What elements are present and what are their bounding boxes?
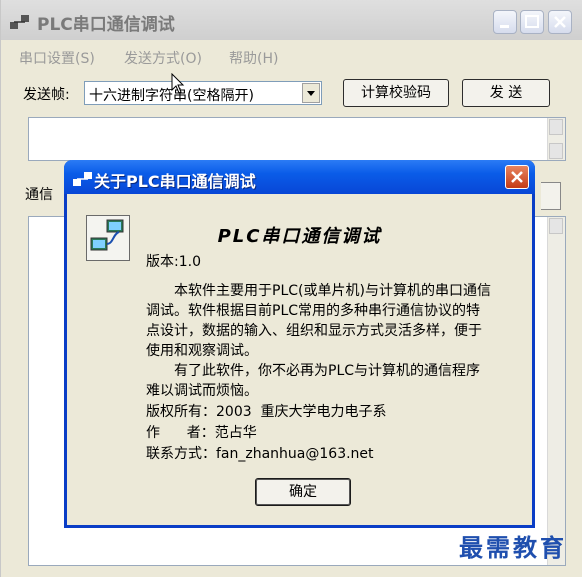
send-mode-select[interactable]: 十六进制字符串(空格隔开) — [84, 81, 322, 105]
version-text: 版本:1.0 — [146, 254, 201, 270]
contact-row: 联系方式：fan_zhanhua@163.net — [146, 444, 387, 465]
maximize-button[interactable] — [520, 10, 544, 34]
send-frame-label: 发送帧: — [23, 87, 70, 103]
author-label: 作 者： — [146, 425, 215, 441]
description-paragraph-1: 本软件主要用于PLC(或单片机)与计算机的串口通信调试。软件根据目前PLC常用的… — [146, 283, 491, 359]
description-paragraph-2: 有了此软件，你不必再为PLC与计算机的通信程序难以调试而烦恼。 — [146, 363, 481, 399]
dialog-close-button[interactable] — [505, 165, 529, 189]
maximize-icon — [525, 15, 539, 28]
about-heading: PLC串口通信调试 — [217, 226, 382, 247]
receive-scrollbar[interactable] — [547, 217, 565, 565]
close-button[interactable] — [548, 10, 572, 34]
close-icon — [554, 16, 566, 28]
comm-side-button[interactable] — [541, 182, 561, 210]
send-scrollbar[interactable] — [547, 118, 565, 160]
mouse-cursor-icon — [171, 73, 185, 94]
menu-send-mode[interactable]: 发送方式(O) — [124, 48, 202, 68]
main-titlebar: PLC串口通信调试 — [1, 0, 582, 40]
dialog-titlebar: 关于PLC串口通信调试 — [64, 160, 535, 194]
scroll-up-arrow[interactable] — [549, 119, 563, 135]
ok-button[interactable]: 确定 — [255, 478, 351, 506]
menu-serial-settings[interactable]: 串口设置(S) — [19, 48, 95, 68]
info-block: 版权所有：2003 重庆大学电力电子系 作 者：范占华 联系方式：fan_zha… — [146, 402, 387, 465]
app-icon — [10, 15, 29, 29]
watermark-text: 最需教育 — [459, 533, 567, 562]
about-dialog: 关于PLC串口通信调试 PLC串口通信调试 版本:1.0 本软件主要用于PLC(… — [64, 160, 535, 528]
chevron-down-icon — [307, 91, 315, 96]
author-row: 作 者：范占华 — [146, 423, 387, 444]
minimize-button[interactable] — [493, 10, 517, 34]
minimize-icon — [500, 25, 509, 28]
copyright-value: 2003 重庆大学电力电子系 — [216, 404, 387, 420]
send-text-area[interactable] — [28, 117, 566, 161]
main-window-title: PLC串口通信调试 — [37, 15, 175, 35]
app-icon — [73, 172, 92, 186]
scroll-down-arrow[interactable] — [549, 143, 563, 159]
menubar: 串口设置(S) 发送方式(O) 帮助(H) — [1, 40, 582, 70]
author-value: 范占华 — [214, 425, 257, 441]
menu-help[interactable]: 帮助(H) — [229, 48, 278, 68]
copyright-label: 版权所有： — [146, 404, 216, 420]
scroll-up-arrow[interactable] — [549, 218, 563, 234]
dropdown-button[interactable] — [302, 83, 320, 103]
send-button[interactable]: 发 送 — [462, 79, 550, 107]
contact-label: 联系方式： — [146, 446, 216, 462]
contact-value: fan_zhanhua@163.net — [216, 446, 374, 462]
copyright-row: 版权所有：2003 重庆大学电力电子系 — [146, 402, 387, 423]
comm-label: 通信 — [25, 187, 53, 203]
close-icon — [511, 171, 523, 183]
dialog-title: 关于PLC串口通信调试 — [94, 172, 256, 191]
description: 本软件主要用于PLC(或单片机)与计算机的串口通信调试。软件根据目前PLC常用的… — [146, 281, 491, 401]
calc-checksum-button[interactable]: 计算校验码 — [343, 79, 449, 107]
